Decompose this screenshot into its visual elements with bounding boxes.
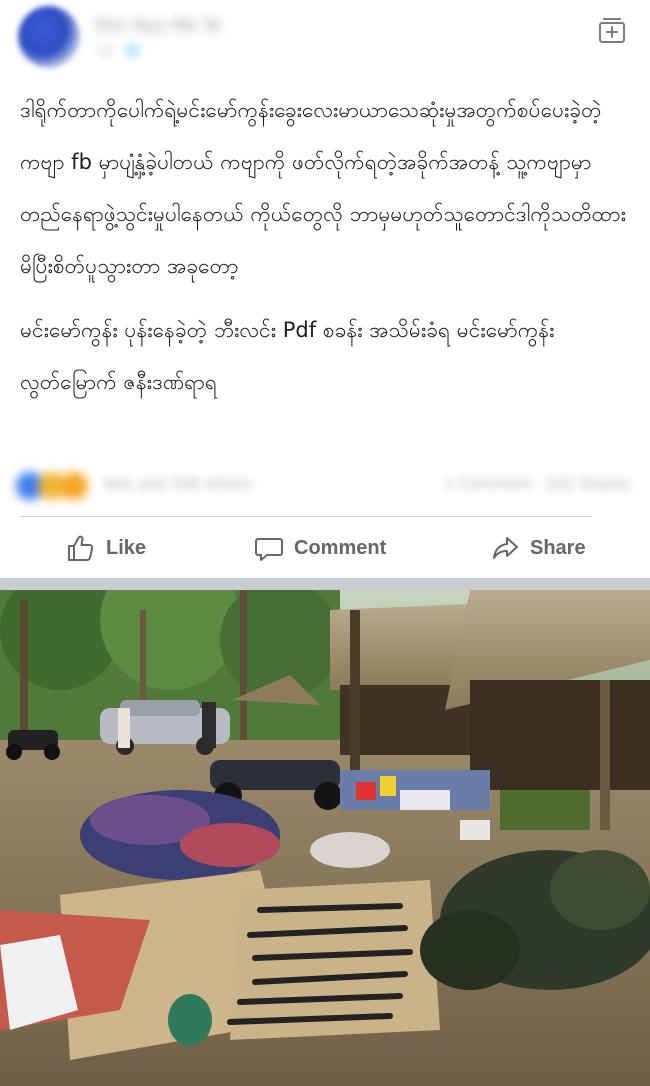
like-label: Like <box>106 536 147 559</box>
comment-bubble-icon <box>255 538 283 561</box>
share-label: Share <box>530 536 586 559</box>
reaction-count[interactable]: Nok and 598 others <box>104 475 252 493</box>
post-meta: 1d · 🌐 <box>96 44 142 59</box>
like-button[interactable]: Like <box>66 528 146 568</box>
share-arrow-icon <box>493 537 518 559</box>
post-body: ဒါရိုက်တာကိုပေါက်ရဲ့မင်းမော်ကွန်းခွေးလေး… <box>20 84 632 408</box>
post-paragraph: မင်းမော်ကွန်း ပုန်းနေခဲ့တဲ့ ဘီးလင်း Pdf … <box>20 318 555 394</box>
thumbs-up-icon <box>68 535 94 561</box>
post-photo-illustration <box>0 590 650 1086</box>
reaction-summary[interactable]: Nok and 598 others 1 Comment · 102 Share… <box>0 462 650 506</box>
author-name[interactable]: Kim Nyo Me Te <box>96 16 221 36</box>
post-header: Kim Nyo Me Te 1d · 🌐 <box>0 0 650 80</box>
post-photo[interactable] <box>0 590 650 1086</box>
save-post-button[interactable] <box>596 14 628 46</box>
author-avatar[interactable] <box>18 6 80 68</box>
reaction-icons <box>16 472 96 500</box>
comment-share-counts[interactable]: 1 Comment · 102 Shares <box>443 475 630 493</box>
save-post-icon <box>599 18 625 43</box>
post-paragraph: ဒါရိုက်တာကိုပေါက်ရဲ့မင်းမော်ကွန်းခွေးလေး… <box>20 98 626 278</box>
post-separator <box>0 578 650 590</box>
comment-label: Comment <box>294 536 387 559</box>
comment-button[interactable]: Comment <box>254 528 386 568</box>
action-bar: Like Comment Share <box>0 520 650 576</box>
share-button[interactable]: Share <box>490 528 586 568</box>
divider <box>20 516 592 517</box>
